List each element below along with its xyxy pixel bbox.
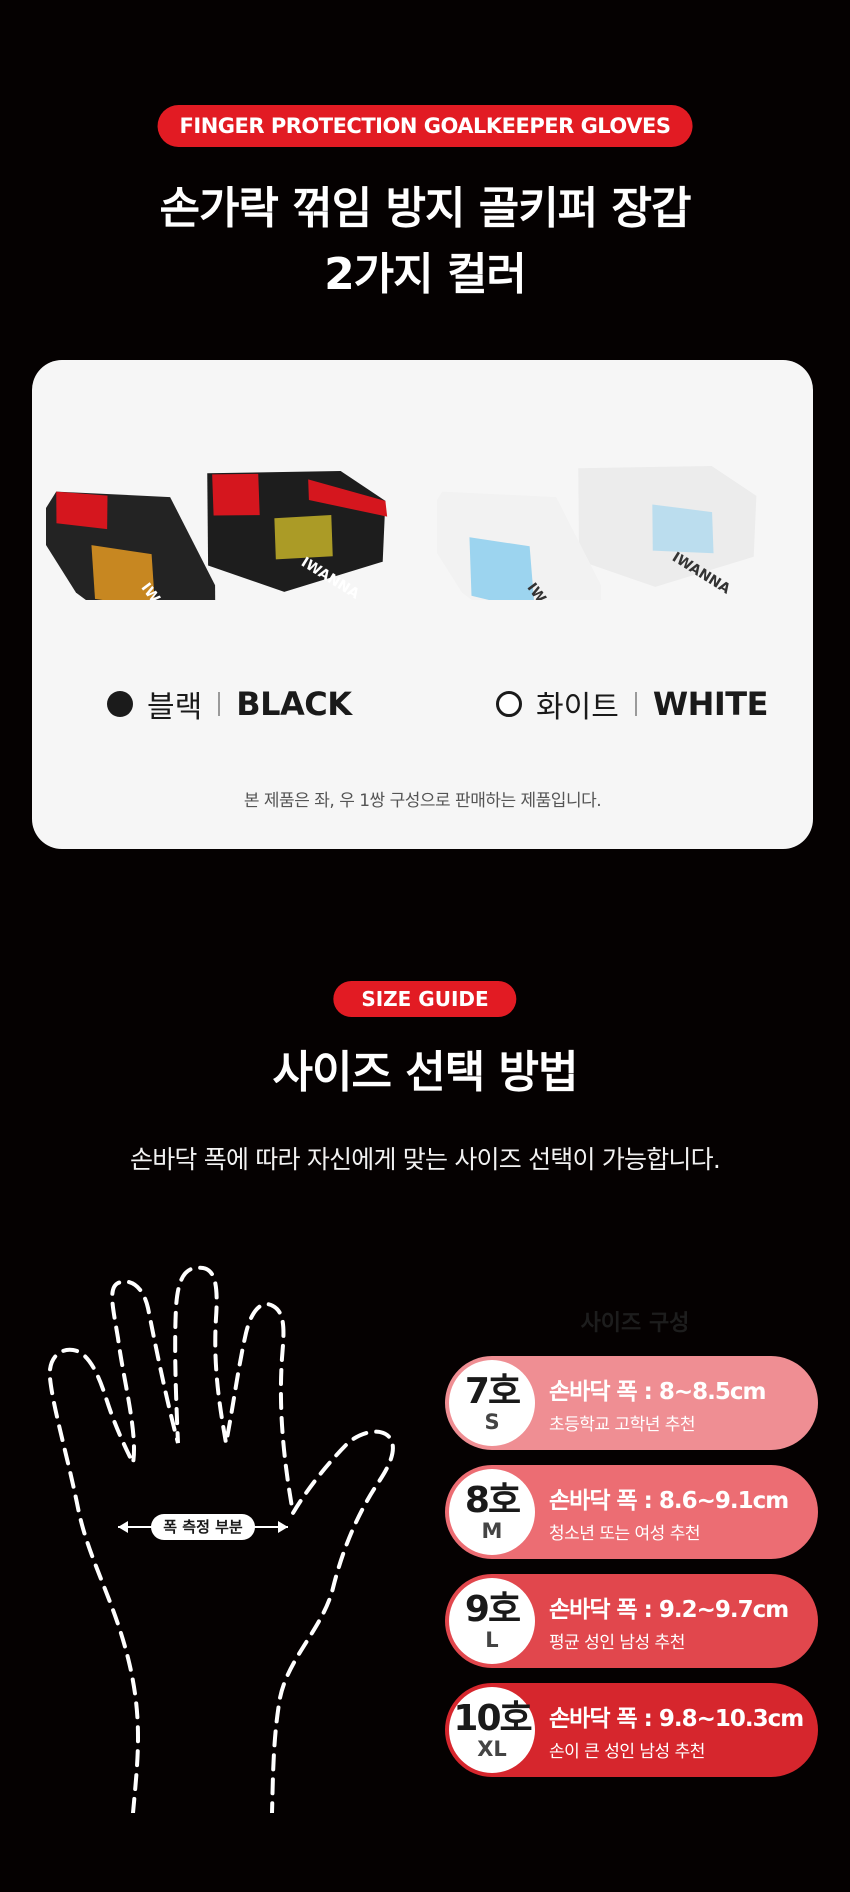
size-badge: 10호 XL <box>449 1687 535 1773</box>
color-name-en: WHITE <box>652 685 769 723</box>
black-gloves-image: IWANNA IWANNA <box>46 470 388 600</box>
size-number: 10호 <box>453 1698 532 1739</box>
section-badge: FINGER PROTECTION GOALKEEPER GLOVES <box>157 105 693 147</box>
size-badge: 7호 S <box>449 1360 535 1446</box>
size-letter: M <box>481 1519 503 1543</box>
black-swatch-icon <box>107 691 133 717</box>
size-row-9: 9호 L 손바닥 폭 : 9.2~9.7cm 평균 성인 남성 추천 <box>445 1574 818 1668</box>
page-title: 손가락 꺾임 방지 골키퍼 장갑 <box>159 183 691 234</box>
color-name-kr: 화이트 <box>536 690 619 725</box>
size-number: 7호 <box>464 1371 521 1412</box>
size-letter: L <box>485 1628 499 1652</box>
size-row-8: 8호 M 손바닥 폭 : 8.6~9.1cm 청소년 또는 여성 추천 <box>445 1465 818 1559</box>
size-letter: S <box>484 1410 500 1434</box>
divider <box>634 692 637 716</box>
size-table-heading: 사이즈 구성 <box>580 1311 690 1336</box>
color-option-white: 화이트 WHITE <box>496 682 768 726</box>
recommendation: 청소년 또는 여성 추천 <box>549 1523 700 1544</box>
size-letter: XL <box>477 1737 507 1761</box>
color-name-en: BLACK <box>236 685 352 723</box>
recommendation: 손이 큰 성인 남성 추천 <box>549 1741 705 1762</box>
palm-width: 손바닥 폭 : 8~8.5cm <box>549 1378 766 1405</box>
divider <box>218 692 221 716</box>
size-number: 9호 <box>464 1589 521 1630</box>
palm-width: 손바닥 폭 : 9.8~10.3cm <box>549 1705 804 1732</box>
palm-width: 손바닥 폭 : 8.6~9.1cm <box>549 1487 789 1514</box>
size-row-10: 10호 XL 손바닥 폭 : 9.8~10.3cm 손이 큰 성인 남성 추천 <box>445 1683 818 1777</box>
recommendation: 평균 성인 남성 추천 <box>549 1632 685 1653</box>
color-name-kr: 블랙 <box>147 690 203 725</box>
size-row-7: 7호 S 손바닥 폭 : 8~8.5cm 초등학교 고학년 추천 <box>445 1356 818 1450</box>
white-gloves-image: IWANNA IWANNA <box>437 465 757 600</box>
size-badge: 8호 M <box>449 1469 535 1555</box>
measure-label: 폭 측정 부분 <box>151 1514 255 1540</box>
palm-width: 손바닥 폭 : 9.2~9.7cm <box>549 1596 789 1623</box>
color-option-black: 블랙 BLACK <box>107 682 352 726</box>
color-options-card: IWANNA IWANNA IWANNA IWANNA 블랙 BLACK <box>32 360 813 849</box>
size-guide-badge: SIZE GUIDE <box>333 981 517 1017</box>
size-subtitle: 손바닥 폭에 따라 자신에게 맞는 사이즈 선택이 가능합니다. <box>130 1145 721 1174</box>
size-number: 8호 <box>464 1480 521 1521</box>
size-badge: 9호 L <box>449 1578 535 1664</box>
product-note: 본 제품은 좌, 우 1쌍 구성으로 판매하는 제품입니다. <box>243 791 602 811</box>
recommendation: 초등학교 고학년 추천 <box>549 1414 696 1435</box>
size-title: 사이즈 선택 방법 <box>272 1047 579 1098</box>
page-subtitle: 2가지 컬러 <box>324 249 527 300</box>
white-swatch-icon <box>496 691 522 717</box>
